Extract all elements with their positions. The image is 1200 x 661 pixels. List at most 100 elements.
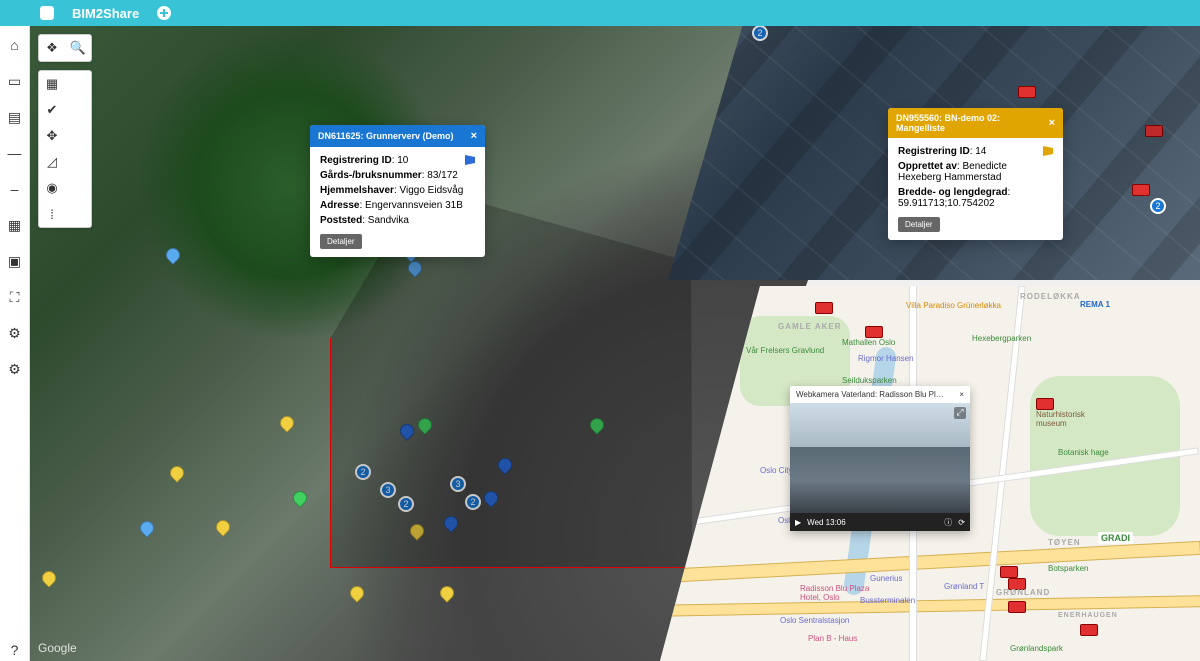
map-marker-green[interactable]	[415, 415, 435, 435]
marker-cluster[interactable]: 2	[355, 464, 371, 480]
marker-cluster[interactable]: 2	[465, 494, 481, 510]
poi-marker[interactable]	[1008, 601, 1026, 613]
map-marker-green[interactable]	[587, 415, 607, 435]
tool-group: ▦ ✔ ✥ ◿ ◉ ⁞	[38, 70, 92, 228]
angle-icon[interactable]: ◿	[39, 149, 65, 175]
marker-cluster[interactable]: 3	[450, 476, 466, 492]
poi-marker[interactable]	[815, 302, 833, 314]
add-icon[interactable]	[157, 6, 171, 20]
map-marker-blue[interactable]	[481, 488, 501, 508]
app-logo-icon	[40, 6, 54, 20]
traffic-icon[interactable]: ⁞	[39, 201, 65, 227]
refresh-icon[interactable]: ⟳	[958, 518, 965, 527]
poi-marker[interactable]	[1080, 624, 1098, 636]
popup-body: Registrering ID: 14 Opprettet av: Benedi…	[888, 138, 1063, 240]
field-label: Gårds-/bruksnummer	[320, 170, 422, 181]
marker-cluster[interactable]: 2	[398, 496, 414, 512]
map-marker-green[interactable]	[290, 488, 310, 508]
field-label: Adresse	[320, 200, 359, 211]
map-label: Grønlandspark	[1010, 644, 1063, 653]
help-icon[interactable]: ?	[4, 639, 26, 661]
map-label: Mathallen Oslo	[842, 338, 895, 347]
map-label: TØYEN	[1048, 538, 1081, 547]
fullscreen-icon[interactable]: ⛶	[4, 286, 26, 308]
poi-marker[interactable]	[1036, 398, 1054, 410]
layers-icon[interactable]: ❖	[39, 35, 65, 61]
poi-marker[interactable]	[1000, 566, 1018, 578]
info-icon[interactable]: ⓘ	[944, 517, 952, 528]
webcam-image: ⤢	[790, 403, 970, 513]
app-title: BIM2Share	[72, 6, 139, 21]
camera-icon[interactable]: ▣	[4, 250, 26, 272]
map-label: GRADI	[1098, 532, 1133, 544]
minus-icon[interactable]: —	[4, 142, 26, 164]
map-marker-blue[interactable]	[495, 455, 515, 475]
settings-icon[interactable]: ⚙	[4, 322, 26, 344]
search-icon[interactable]: 🔍	[65, 35, 91, 61]
field-value: 10	[397, 155, 408, 166]
map-marker-yellow[interactable]	[437, 583, 457, 603]
field-label: Registrering ID	[898, 146, 970, 157]
details-button[interactable]: Detaljer	[898, 217, 940, 232]
play-icon[interactable]: ▶	[795, 518, 801, 527]
map-label: Hexebergparken	[972, 334, 1031, 343]
map-label: GAMLE AKER	[778, 322, 841, 331]
webcam-popup: Webkamera Vaterland: Radisson Blu Plaza …	[790, 386, 970, 531]
map-marker-blue[interactable]	[137, 518, 157, 538]
left-toolbar: ⌂ ▭ ▤ — – ▦ ▣ ⛶ ⚙ ⚙ ?	[0, 26, 30, 661]
field-value: Engervannsveien 31B	[365, 200, 463, 211]
topbar: BIM2Share	[0, 0, 1200, 26]
map-marker-yellow[interactable]	[213, 517, 233, 537]
map-marker-yellow[interactable]	[347, 583, 367, 603]
map-marker-yellow[interactable]	[167, 463, 187, 483]
field-label: Hjemmelshaver	[320, 185, 394, 196]
flag-icon[interactable]	[465, 155, 475, 165]
briefcase-icon[interactable]: ▭	[4, 70, 26, 92]
map-label: REMA 1	[1080, 300, 1110, 309]
field-value: 83/172	[427, 170, 458, 181]
card-icon[interactable]: ▦	[4, 214, 26, 236]
poi-marker[interactable]	[1018, 86, 1036, 98]
dash-icon[interactable]: –	[4, 178, 26, 200]
field-value: 14	[975, 146, 986, 157]
poi-marker[interactable]	[1145, 125, 1163, 137]
move-icon[interactable]: ✥	[39, 123, 65, 149]
map-marker-blue[interactable]	[441, 513, 461, 533]
webcam-header: Webkamera Vaterland: Radisson Blu Plaza …	[790, 386, 970, 403]
popup-body: Registrering ID: 10 Gårds-/bruksnummer: …	[310, 147, 485, 257]
map-label: RODELØKKA	[1020, 292, 1081, 301]
flag-icon[interactable]	[1043, 146, 1053, 156]
webcam-controls: ▶ Wed 13:06 ⓘ ⟳	[790, 513, 970, 531]
expand-icon[interactable]: ⤢	[954, 407, 966, 419]
popup-title: DN955560: BN-demo 02: Mangelliste	[896, 113, 1049, 133]
close-icon[interactable]: ×	[1049, 117, 1055, 129]
field-value: Sandvika	[368, 215, 409, 226]
home-icon[interactable]: ⌂	[4, 34, 26, 56]
clipboard-icon[interactable]: ▤	[4, 106, 26, 128]
grid-icon[interactable]: ▦	[39, 71, 65, 97]
info-popup-blue: DN611625: Grunnerverv (Demo) × Registrer…	[310, 125, 485, 257]
marker-cluster[interactable]: 2	[752, 25, 768, 41]
map-label: Naturhistorisk museum	[1036, 410, 1106, 428]
map-marker-blue[interactable]	[163, 245, 183, 265]
map-marker-yellow[interactable]	[407, 521, 427, 541]
close-icon[interactable]: ×	[959, 390, 964, 399]
map-marker-blue[interactable]	[397, 421, 417, 441]
map-marker-blue[interactable]	[405, 258, 425, 278]
map-tools: ❖ 🔍 ▦ ✔ ✥ ◿ ◉ ⁞	[38, 34, 92, 228]
details-button[interactable]: Detaljer	[320, 234, 362, 249]
marker-cluster[interactable]: 3	[380, 482, 396, 498]
map-label: Botsparken	[1048, 564, 1088, 573]
map-label: Grønland T	[944, 582, 984, 591]
settings2-icon[interactable]: ⚙	[4, 358, 26, 380]
poi-marker[interactable]	[1132, 184, 1150, 196]
map-marker-yellow[interactable]	[39, 568, 59, 588]
marker-cluster[interactable]: 2	[1150, 198, 1166, 214]
poi-marker[interactable]	[865, 326, 883, 338]
map-marker-yellow[interactable]	[277, 413, 297, 433]
map-label: Gunerius	[870, 574, 902, 583]
close-icon[interactable]: ×	[471, 130, 477, 142]
field-label: Registrering ID	[320, 155, 392, 166]
camera-tool-icon[interactable]: ◉	[39, 175, 65, 201]
check-icon[interactable]: ✔	[39, 97, 65, 123]
